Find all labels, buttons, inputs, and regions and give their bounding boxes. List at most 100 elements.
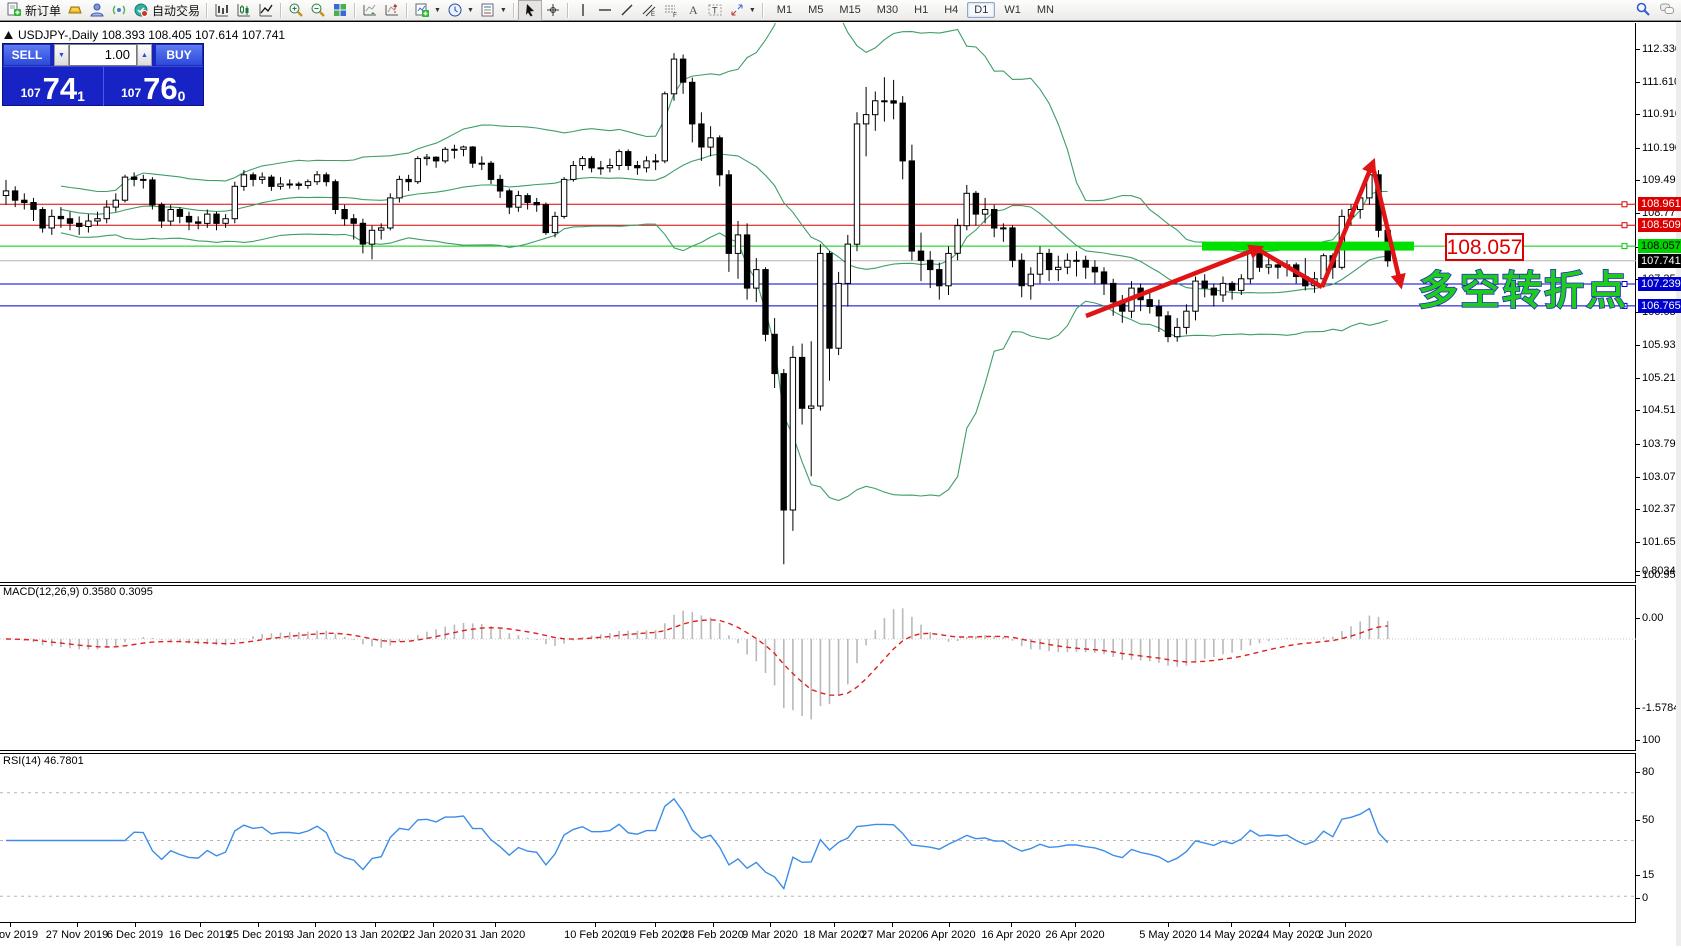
timeframe-h4[interactable]: H4 bbox=[937, 2, 965, 18]
panel-divider[interactable] bbox=[0, 750, 1636, 754]
date-tick bbox=[258, 923, 259, 927]
crosshair-tool-button[interactable] bbox=[542, 1, 564, 20]
rsi-panel[interactable] bbox=[0, 753, 1636, 922]
date-label: 13 Jan 2020 bbox=[345, 929, 406, 941]
volume-up-button[interactable]: ▲ bbox=[137, 44, 152, 66]
date-axis[interactable]: 8 Nov 201927 Nov 20196 Dec 201916 Dec 20… bbox=[0, 922, 1636, 948]
zoom-out-button[interactable] bbox=[307, 1, 329, 20]
price-tag: 108.509 bbox=[1638, 218, 1681, 232]
timeframe-mn[interactable]: MN bbox=[1030, 2, 1061, 18]
horizontal-line-tool[interactable] bbox=[594, 1, 616, 20]
timeframe-m30[interactable]: M30 bbox=[870, 2, 905, 18]
bar-chart-button[interactable] bbox=[211, 1, 233, 20]
timeframe-w1[interactable]: W1 bbox=[997, 2, 1028, 18]
date-label: 10 Feb 2020 bbox=[564, 929, 626, 941]
toolbar-separator bbox=[280, 3, 282, 18]
timeframe-d1[interactable]: D1 bbox=[967, 2, 995, 18]
line-chart-button[interactable] bbox=[255, 1, 277, 20]
label-tool[interactable]: T bbox=[704, 1, 726, 20]
candle-chart-button[interactable] bbox=[233, 1, 255, 20]
chart-window: USDJPY-,Daily 108.393 108.405 107.614 10… bbox=[0, 21, 1681, 946]
volume-input[interactable]: 1.00 bbox=[69, 44, 137, 66]
profiles-button[interactable] bbox=[86, 1, 108, 20]
fibonacci-icon: F bbox=[663, 2, 679, 18]
date-tick bbox=[834, 923, 835, 927]
date-label: 14 May 2020 bbox=[1199, 929, 1263, 941]
chart-shift-icon bbox=[384, 2, 400, 18]
panel-divider[interactable] bbox=[0, 582, 1636, 586]
timeframe-m5[interactable]: M5 bbox=[801, 2, 830, 18]
axis-tick bbox=[1636, 378, 1640, 379]
axis-tick bbox=[1636, 575, 1640, 576]
date-label: 18 Mar 2020 bbox=[803, 929, 865, 941]
chat-icon[interactable] bbox=[1659, 1, 1675, 17]
autotrading-button[interactable]: 自动交易 bbox=[130, 1, 203, 20]
axis-tick bbox=[1636, 49, 1640, 50]
main-price-chart[interactable]: 108.057多空转折点 bbox=[0, 23, 1636, 582]
buy-price-main: 76 bbox=[143, 74, 177, 104]
trendline-tool[interactable] bbox=[616, 1, 638, 20]
date-label: 6 Dec 2019 bbox=[107, 929, 163, 941]
timeframe-m15[interactable]: M15 bbox=[832, 2, 867, 18]
template-icon bbox=[480, 2, 496, 18]
text-label-icon: T bbox=[707, 2, 723, 18]
timeframe-m1[interactable]: M1 bbox=[770, 2, 799, 18]
macd-axis-label: 0.8034 bbox=[1642, 565, 1676, 577]
rsi-label: RSI(14) 46.7801 bbox=[3, 755, 84, 767]
vertical-line-tool[interactable] bbox=[572, 1, 594, 20]
fibonacci-tool[interactable]: F bbox=[660, 1, 682, 20]
mt4-terminal: { "toolbar": { "new_order_label": "新订单",… bbox=[0, 0, 1681, 946]
gold-button[interactable] bbox=[64, 1, 86, 20]
date-tick bbox=[495, 923, 496, 927]
axis-tick bbox=[1636, 618, 1640, 619]
new-order-button[interactable]: 新订单 bbox=[3, 1, 64, 20]
vertical-line-icon bbox=[575, 2, 591, 18]
tile-windows-button[interactable] bbox=[329, 1, 351, 20]
date-label: 22 Jan 2020 bbox=[403, 929, 464, 941]
svg-text:T: T bbox=[712, 6, 718, 16]
new-order-label: 新订单 bbox=[25, 2, 61, 19]
periods-button[interactable]: ▼ bbox=[444, 1, 477, 20]
timeframe-h1[interactable]: H1 bbox=[907, 2, 935, 18]
svg-text:E: E bbox=[651, 12, 655, 18]
date-tick bbox=[1289, 923, 1290, 927]
price-tag: 107.239 bbox=[1638, 277, 1681, 291]
signal-icon bbox=[111, 2, 127, 18]
sell-button[interactable]: SELL bbox=[3, 44, 51, 66]
axis-tick bbox=[1636, 213, 1640, 214]
chart-shift-button[interactable] bbox=[381, 1, 403, 20]
buy-price-tile[interactable]: 107 76 0 bbox=[103, 67, 204, 106]
dropdown-caret: ▼ bbox=[500, 7, 507, 14]
rsi-line bbox=[6, 799, 1388, 889]
rsi-axis-label: 100 bbox=[1642, 734, 1660, 746]
date-tick bbox=[713, 923, 714, 927]
axis-tick bbox=[1636, 875, 1640, 876]
toolbar-separator bbox=[567, 3, 569, 18]
expand-icon[interactable] bbox=[4, 31, 13, 39]
volume-down-button[interactable]: ▼ bbox=[54, 44, 69, 66]
indicators-button[interactable]: ▼ bbox=[411, 1, 444, 20]
equidistant-channel-icon: E bbox=[641, 2, 657, 18]
templates-button[interactable]: ▼ bbox=[477, 1, 510, 20]
buy-button[interactable]: BUY bbox=[155, 44, 203, 66]
crosshair-icon bbox=[545, 2, 561, 18]
auto-scroll-button[interactable] bbox=[359, 1, 381, 20]
zoom-out-icon bbox=[310, 2, 326, 18]
date-tick bbox=[655, 923, 656, 927]
signals-button[interactable] bbox=[108, 1, 130, 20]
search-icon[interactable] bbox=[1635, 1, 1651, 17]
cursor-tool-button[interactable] bbox=[518, 0, 542, 21]
price-tag: 108.057 bbox=[1638, 239, 1681, 253]
sell-price-tile[interactable]: 107 74 1 bbox=[3, 67, 103, 106]
date-label: 26 Apr 2020 bbox=[1045, 929, 1104, 941]
zoom-in-button[interactable] bbox=[285, 1, 307, 20]
macd-histogram bbox=[6, 608, 1388, 719]
new-order-icon bbox=[6, 2, 22, 18]
text-tool[interactable]: A bbox=[682, 1, 704, 20]
dropdown-caret: ▼ bbox=[467, 7, 474, 14]
arrows-tool[interactable]: ▼ bbox=[726, 1, 759, 20]
macd-panel[interactable] bbox=[0, 585, 1636, 750]
timeframe-bar: M1M5M15M30H1H4D1W1MN bbox=[769, 2, 1062, 18]
channel-tool[interactable]: E bbox=[638, 1, 660, 20]
auto-scroll-icon bbox=[362, 2, 378, 18]
